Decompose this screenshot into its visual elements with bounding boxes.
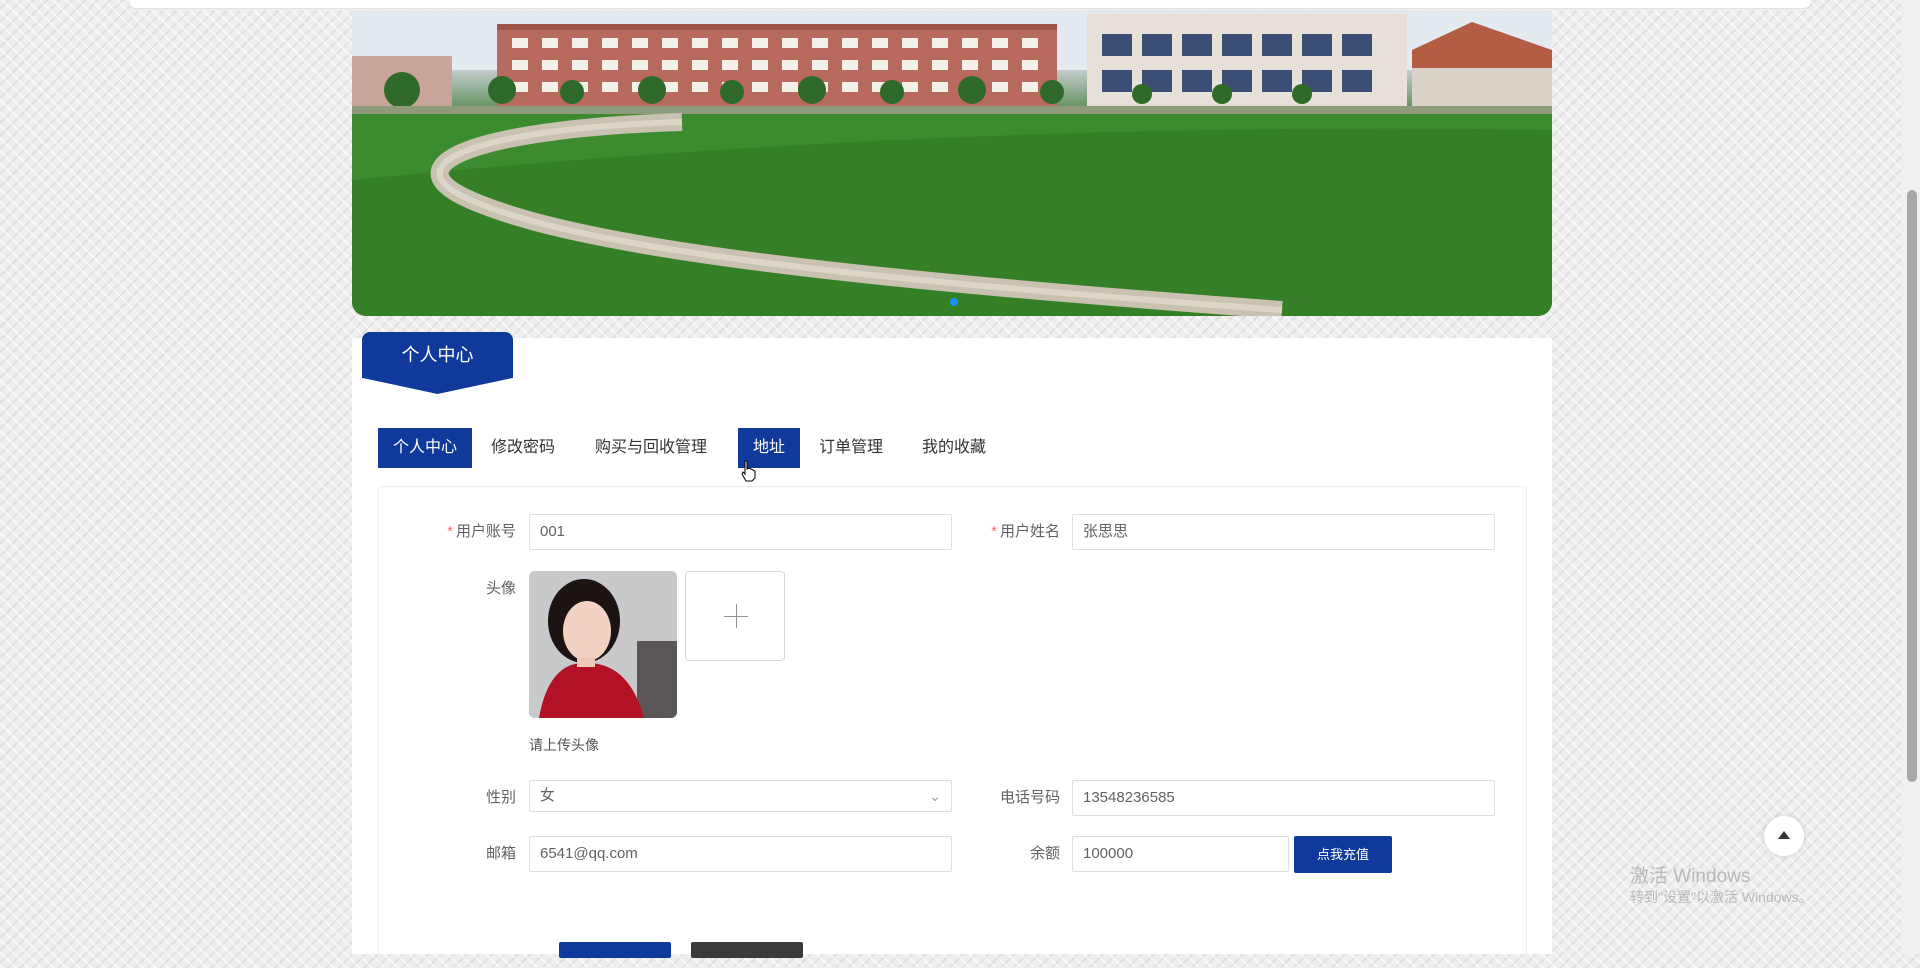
plus-icon-vertical <box>736 604 737 628</box>
required-mark: * <box>447 523 453 540</box>
avatar[interactable] <box>529 571 677 718</box>
phone-input[interactable]: 13548236585 <box>1072 780 1495 816</box>
carousel-indicator-dot[interactable] <box>950 298 958 306</box>
account-label-text: 用户账号 <box>455 523 516 540</box>
tab-personal-center[interactable]: 个人中心 <box>378 428 472 468</box>
scrollbar-thumb[interactable] <box>1907 190 1917 782</box>
tab-orders[interactable]: 订单管理 <box>815 428 887 468</box>
profile-form <box>378 486 1527 968</box>
windows-activation-hint: 转到"设置"以激活 Windows。 <box>1630 889 1813 905</box>
avatar-label: 头像 <box>485 580 516 597</box>
email-label: 邮箱 <box>485 845 516 862</box>
gender-select[interactable]: 女 ⌄ <box>529 780 952 812</box>
windows-activation-watermark: 激活 Windows <box>1630 866 1751 887</box>
tab-change-password[interactable]: 修改密码 <box>481 428 565 468</box>
required-mark: * <box>991 523 997 540</box>
hand-cursor-icon <box>741 460 756 482</box>
campus-banner-image <box>352 10 1552 316</box>
section-title: 个人中心 <box>401 345 474 365</box>
gender-label: 性别 <box>485 789 516 806</box>
avatar-hint: 请上传头像 <box>529 737 599 753</box>
top-navbar <box>130 0 1810 9</box>
account-input[interactable]: 001 <box>529 514 952 550</box>
chevron-down-icon: ⌄ <box>929 788 941 804</box>
account-label: * 用户账号 <box>420 520 516 541</box>
balance-label: 余额 <box>1029 845 1060 862</box>
update-button[interactable] <box>559 942 671 958</box>
tab-purchase-recycle[interactable]: 购买与回收管理 <box>590 428 712 468</box>
balance-input[interactable]: 100000 <box>1072 836 1289 872</box>
name-label-text: 用户姓名 <box>999 523 1060 540</box>
recharge-button[interactable]: 点我充值 <box>1294 836 1392 873</box>
caret-up-icon <box>1778 831 1790 839</box>
email-input[interactable]: 6541@qq.com <box>529 836 952 872</box>
gender-value: 女 <box>540 787 556 804</box>
name-input[interactable]: 张思思 <box>1072 514 1495 550</box>
avatar-upload[interactable] <box>685 571 785 661</box>
avatar-image <box>529 571 677 718</box>
campus-banner-carousel[interactable] <box>352 10 1552 316</box>
tab-favorites[interactable]: 我的收藏 <box>918 428 990 468</box>
back-to-top-button[interactable] <box>1764 816 1804 856</box>
page-scrollbar[interactable] <box>1903 0 1920 954</box>
phone-label: 电话号码 <box>999 789 1060 806</box>
name-label: * 用户姓名 <box>964 520 1060 541</box>
logout-button[interactable] <box>691 942 803 958</box>
